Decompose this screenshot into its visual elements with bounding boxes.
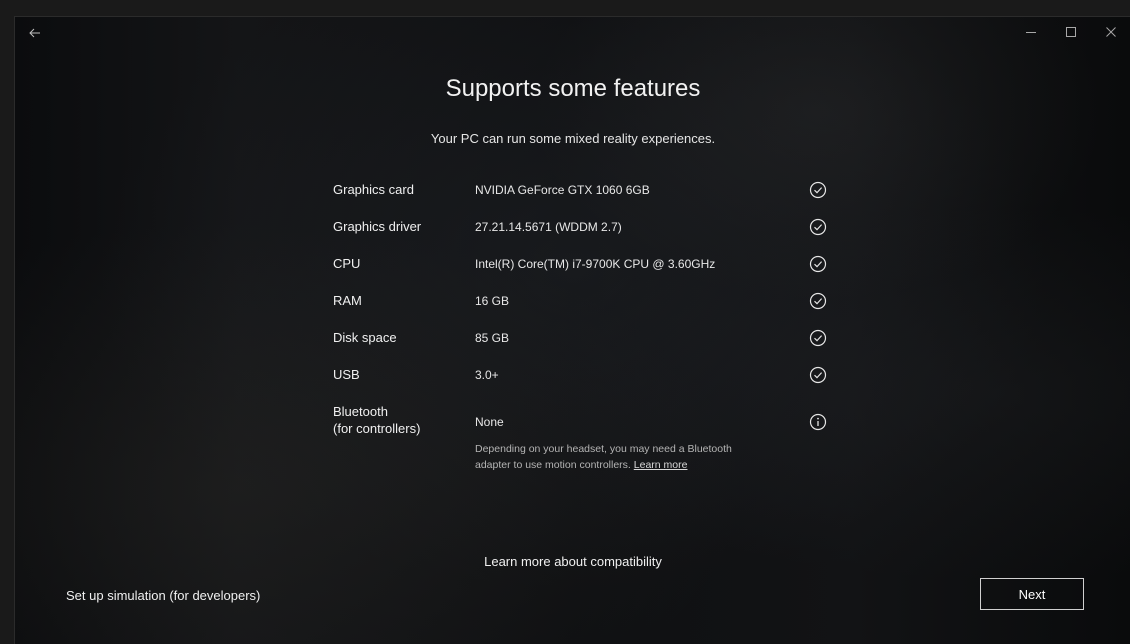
check-circle-icon [809,181,827,199]
requirement-label: RAM [333,293,362,308]
app-window: Supports some features Your PC can run s… [14,16,1130,644]
page-title: Supports some features [445,75,701,102]
requirement-usb: USB 3.0+ [333,366,833,386]
back-arrow-icon [29,28,40,38]
requirement-label-line2: (for controllers) [333,421,421,436]
requirement-bluetooth: Bluetooth (for controllers) None Dependi… [333,403,833,473]
minimize-button[interactable] [1011,17,1051,47]
minimize-icon [1026,32,1036,33]
check-circle-icon [809,366,827,384]
bluetooth-note: Depending on your headset, you may need … [475,441,785,473]
requirement-label: CPU [333,256,361,271]
check-circle-icon [809,292,827,310]
requirement-value: 16 GB [475,294,510,308]
page-subtitle: Your PC can run some mixed reality exper… [430,131,716,146]
maximize-button[interactable] [1051,17,1091,47]
requirement-label: Disk space [333,330,397,345]
learn-more-link[interactable]: Learn more [634,459,688,471]
requirement-disk-space: Disk space 85 GB [333,329,833,349]
close-icon [1106,27,1116,37]
requirement-cpu: CPU Intel(R) Core(TM) i7-9700K CPU @ 3.6… [333,255,833,275]
requirement-value: 27.21.14.5671 (WDDM 2.7) [475,220,622,234]
next-button[interactable]: Next [980,578,1084,610]
requirement-value: NVIDIA GeForce GTX 1060 6GB [475,183,650,197]
requirement-graphics-card: Graphics card NVIDIA GeForce GTX 1060 6G… [333,181,833,201]
requirement-label: Graphics card [333,182,414,197]
window-caption-buttons [1011,17,1130,47]
info-circle-icon [809,413,827,431]
learn-more-compatibility-link[interactable]: Learn more about compatibility [484,554,662,569]
requirement-value: 3.0+ [475,368,499,382]
requirement-graphics-driver: Graphics driver 27.21.14.5671 (WDDM 2.7) [333,218,833,238]
close-button[interactable] [1091,17,1130,47]
requirement-label: Bluetooth (for controllers) [333,403,420,437]
setup-simulation-link[interactable]: Set up simulation (for developers) [66,588,260,603]
requirement-label: Graphics driver [333,219,422,234]
requirement-ram: RAM 16 GB [333,292,833,312]
requirement-label: USB [333,367,360,382]
bluetooth-note-line1: Depending on your headset, you may need … [475,443,732,455]
requirement-value: 85 GB [475,331,510,345]
requirement-value: None [475,415,504,429]
check-circle-icon [809,329,827,347]
requirement-value: Intel(R) Core(TM) i7-9700K CPU @ 3.60GHz [475,257,716,271]
requirement-label-line1: Bluetooth [333,404,388,419]
check-circle-icon [809,255,827,273]
maximize-icon [1066,27,1076,37]
back-button[interactable] [21,21,49,45]
check-circle-icon [809,218,827,236]
bluetooth-note-line2: adapter to use motion controllers. [475,459,631,471]
learn-more-compatibility-container: Learn more about compatibility [15,554,1130,569]
